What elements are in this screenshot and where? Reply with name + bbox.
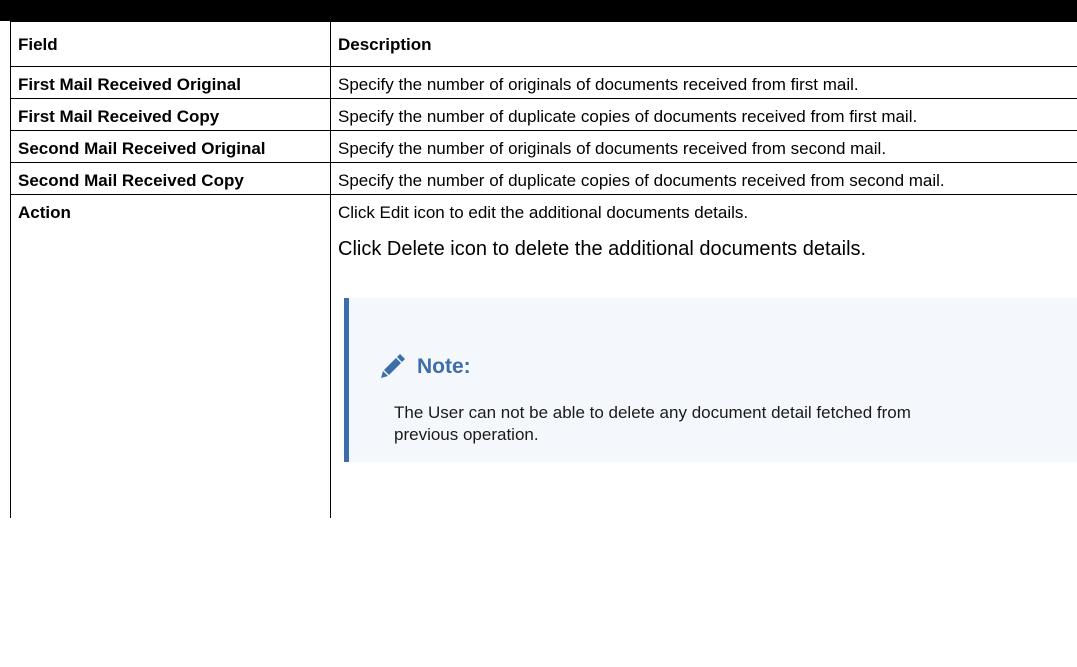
field-cell: Second Mail Received Copy: [10, 162, 331, 195]
header-description: Description: [330, 21, 1077, 67]
delete-instruction: Click Delete icon to delete the addition…: [338, 238, 867, 260]
description-cell: Specify the number of originals of docum…: [330, 130, 1077, 163]
description-cell: Specify the number of originals of docum…: [330, 66, 1077, 99]
header-field: Field: [10, 21, 331, 67]
description-cell: Specify the number of duplicate copies o…: [330, 98, 1077, 131]
top-rule: [0, 0, 1077, 21]
table-row: First Mail Received Copy Specify the num…: [10, 98, 1077, 131]
pencil-icon: [377, 352, 407, 382]
table-row-action: Action Click Edit icon to edit the addit…: [10, 194, 1077, 518]
note-title: Note:: [417, 355, 471, 378]
description-cell: Specify the number of duplicate copies o…: [330, 162, 1077, 195]
description-cell: Click Edit icon to edit the additional d…: [330, 194, 1077, 518]
field-cell: First Mail Received Original: [10, 66, 331, 99]
field-cell: Action: [10, 194, 331, 518]
table-row: Second Mail Received Copy Specify the nu…: [10, 162, 1077, 195]
table-row: First Mail Received Original Specify the…: [10, 66, 1077, 99]
note-text: The User can not be able to delete any d…: [394, 403, 911, 444]
table-header-row: Field Description: [10, 21, 1077, 67]
field-description-table: Field Description First Mail Received Or…: [10, 21, 1077, 518]
edit-instruction: Click Edit icon to edit the additional d…: [338, 203, 749, 222]
field-cell: Second Mail Received Original: [10, 130, 331, 163]
note-callout: Note: The User can not be able to delete…: [344, 298, 1077, 462]
table-row: Second Mail Received Original Specify th…: [10, 130, 1077, 163]
field-cell: First Mail Received Copy: [10, 98, 331, 131]
note-heading: Note:: [377, 352, 471, 382]
